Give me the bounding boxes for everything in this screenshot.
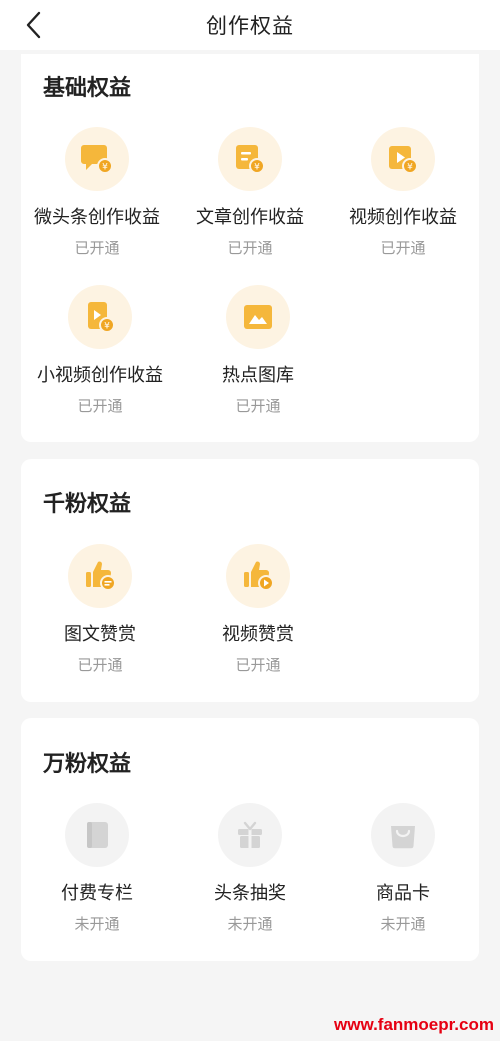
page-title: 创作权益: [206, 14, 294, 38]
icon-circle: [226, 285, 290, 349]
chat-bubble-yuan-icon: ¥: [81, 145, 113, 174]
svg-text:¥: ¥: [407, 163, 413, 173]
ten-thousand-fans-rights-card: 万粉权益 付费专栏 未开通 头条抽奖 未开通 商品卡 未开通: [21, 718, 479, 961]
item-status: 已开通: [77, 656, 123, 674]
item-label: 微头条创作收益: [34, 207, 160, 228]
gift-box-icon: [238, 821, 262, 848]
right-item-short-video-income[interactable]: ¥ 小视频创作收益 已开通: [25, 285, 175, 416]
item-status: 未开通: [227, 915, 273, 933]
icon-circle: [371, 803, 435, 867]
item-label: 头条抽奖: [214, 883, 286, 904]
item-status: 已开通: [235, 656, 281, 674]
item-label: 付费专栏: [61, 883, 133, 904]
icon-circle: [226, 544, 290, 608]
back-button[interactable]: [22, 10, 44, 40]
section-title: 基础权益: [43, 76, 132, 101]
right-item-product-card[interactable]: 商品卡 未开通: [328, 803, 478, 934]
svg-text:¥: ¥: [104, 322, 110, 332]
right-item-video-tip[interactable]: 视频赞赏 已开通: [183, 544, 333, 675]
nav-bar: 创作权益: [0, 0, 500, 50]
watermark-text: www.fanmoepr.com: [334, 1015, 494, 1034]
svg-text:¥: ¥: [254, 163, 260, 173]
item-status: 已开通: [227, 239, 273, 257]
right-item-video-income[interactable]: ¥ 视频创作收益 已开通: [328, 127, 478, 258]
svg-text:¥: ¥: [102, 163, 108, 173]
icon-circle: [65, 803, 129, 867]
item-status: 已开通: [74, 239, 120, 257]
item-label: 视频创作收益: [349, 207, 457, 228]
thumbs-up-doc-icon: [86, 561, 116, 591]
shopping-bag-icon: [391, 826, 415, 849]
icon-circle: [68, 544, 132, 608]
item-label: 图文赞赏: [64, 624, 136, 645]
icon-circle: [218, 803, 282, 867]
short-video-yuan-icon: ¥: [88, 302, 115, 333]
icon-circle: ¥: [65, 127, 129, 191]
right-item-hot-gallery[interactable]: 热点图库 已开通: [183, 285, 333, 416]
section-title: 千粉权益: [43, 492, 132, 517]
video-yuan-icon: ¥: [389, 146, 418, 174]
right-item-lottery[interactable]: 头条抽奖 未开通: [175, 803, 325, 934]
item-label: 商品卡: [376, 883, 430, 904]
item-status: 已开通: [235, 397, 281, 415]
chevron-left-icon: [26, 11, 41, 39]
right-item-micro-post-income[interactable]: ¥ 微头条创作收益 已开通: [22, 127, 172, 258]
item-status: 已开通: [380, 239, 426, 257]
image-gallery-icon: [244, 305, 272, 329]
icon-circle: ¥: [68, 285, 132, 349]
item-label: 热点图库: [222, 365, 294, 386]
basic-rights-card: 基础权益 ¥ 微头条创作收益 已开通 ¥ 文章创作收益 已开通 ¥ 视频创作收益…: [21, 54, 479, 442]
item-label: 文章创作收益: [196, 207, 304, 228]
document-yuan-icon: ¥: [236, 145, 265, 174]
right-item-article-income[interactable]: ¥ 文章创作收益 已开通: [175, 127, 325, 258]
item-status: 未开通: [380, 915, 426, 933]
section-title: 万粉权益: [43, 752, 132, 777]
item-label: 小视频创作收益: [37, 365, 163, 386]
item-label: 视频赞赏: [222, 624, 294, 645]
thousand-fans-rights-card: 千粉权益 图文赞赏 已开通 视频赞赏 已开通: [21, 459, 479, 702]
item-status: 未开通: [74, 915, 120, 933]
right-item-paid-column[interactable]: 付费专栏 未开通: [22, 803, 172, 934]
book-icon: [87, 822, 108, 848]
icon-circle: ¥: [218, 127, 282, 191]
icon-circle: ¥: [371, 127, 435, 191]
right-item-article-tip[interactable]: 图文赞赏 已开通: [25, 544, 175, 675]
thumbs-up-play-icon: [244, 561, 274, 591]
item-status: 已开通: [77, 397, 123, 415]
